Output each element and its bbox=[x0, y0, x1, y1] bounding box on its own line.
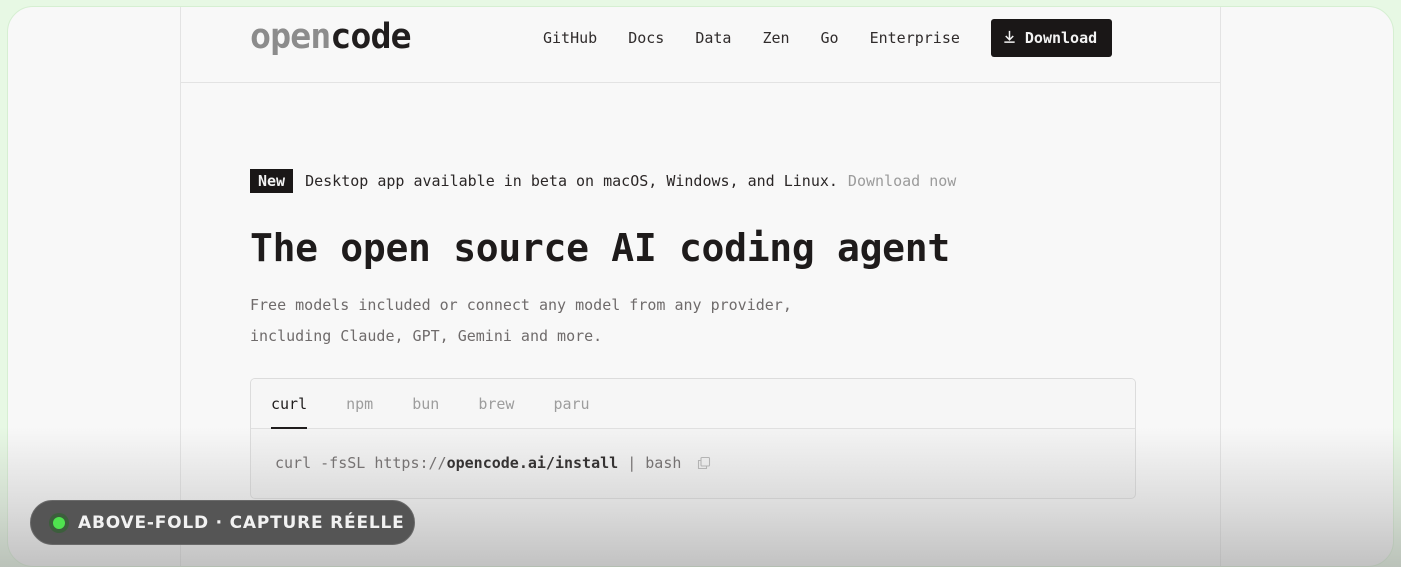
new-badge: New bbox=[250, 169, 294, 193]
logo-code-text: code bbox=[330, 16, 411, 57]
install-tabs: curl npm bun brew paru bbox=[251, 379, 1135, 429]
announcement-text: Desktop app available in beta on macOS, … bbox=[305, 172, 838, 190]
tab-curl[interactable]: curl bbox=[271, 379, 308, 429]
copy-icon[interactable] bbox=[697, 456, 711, 470]
page-title: The open source AI coding agent bbox=[250, 226, 950, 270]
capture-status-label: ABOVE-FOLD · CAPTURE RÉELLE bbox=[78, 512, 405, 533]
status-dot-icon bbox=[49, 512, 69, 533]
download-button-label: Download bbox=[1024, 29, 1098, 47]
nav-link-github[interactable]: GitHub bbox=[543, 29, 597, 47]
hero-subtitle: Free models included or connect any mode… bbox=[250, 290, 792, 352]
tab-paru[interactable]: paru bbox=[553, 379, 589, 429]
install-panel: curl npm bun brew paru curl -fsSL https:… bbox=[250, 378, 1136, 499]
command-host: opencode.ai/install bbox=[446, 454, 619, 472]
tab-brew[interactable]: brew bbox=[478, 379, 514, 429]
nav-link-enterprise[interactable]: Enterprise bbox=[870, 29, 960, 47]
nav-link-zen[interactable]: Zen bbox=[762, 29, 789, 47]
logo-open-text: open bbox=[250, 16, 331, 57]
header-divider bbox=[180, 82, 1221, 83]
install-command: curl -fsSL https://opencode.ai/install |… bbox=[251, 429, 1135, 472]
tab-npm[interactable]: npm bbox=[346, 379, 373, 429]
tab-bun[interactable]: bun bbox=[412, 379, 439, 429]
hero-subtitle-line-2: including Claude, GPT, Gemini and more. bbox=[250, 327, 603, 345]
nav-link-data[interactable]: Data bbox=[695, 29, 731, 47]
announcement-bar: New Desktop app available in beta on mac… bbox=[250, 169, 956, 193]
command-prefix: curl -fsSL https:// bbox=[275, 454, 447, 472]
download-now-link[interactable]: Download now bbox=[848, 172, 956, 190]
top-nav: GitHub Docs Data Zen Go Enterprise Downl… bbox=[543, 19, 1113, 57]
logo[interactable]: open code bbox=[250, 16, 412, 57]
download-button[interactable]: Download bbox=[990, 19, 1113, 57]
hero-subtitle-line-1: Free models included or connect any mode… bbox=[250, 296, 792, 314]
nav-link-docs[interactable]: Docs bbox=[628, 29, 664, 47]
column-guide-left bbox=[180, 7, 181, 566]
capture-status-pill: ABOVE-FOLD · CAPTURE RÉELLE bbox=[30, 500, 415, 545]
command-suffix: | bash bbox=[627, 454, 682, 472]
download-icon bbox=[1002, 29, 1017, 48]
nav-link-go[interactable]: Go bbox=[821, 29, 839, 47]
column-guide-right bbox=[1220, 7, 1221, 566]
